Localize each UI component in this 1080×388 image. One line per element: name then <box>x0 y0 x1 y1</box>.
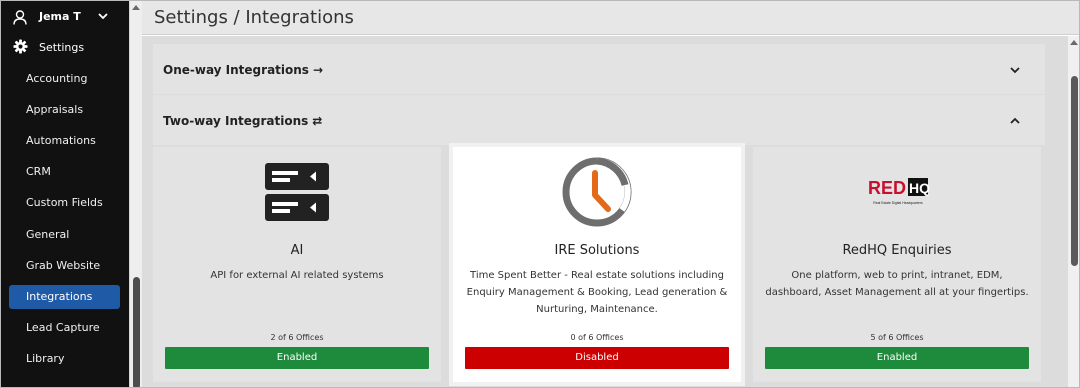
sidebar-scrollbar[interactable] <box>129 1 142 387</box>
gear-icon <box>13 39 28 54</box>
chevron-down-icon[interactable] <box>97 10 109 22</box>
sidebar: Jema T Settings Accounting Appraisals Au… <box>1 1 129 387</box>
settings-label: Settings <box>39 41 85 54</box>
user-name: Jema T <box>39 10 81 23</box>
sidebar-scrollbar-thumb[interactable] <box>133 277 140 387</box>
card-name: RedHQ Enquiries <box>842 243 952 258</box>
office-count: 2 of 6 Offices <box>270 333 324 342</box>
integration-card-ai[interactable]: AI API for external AI related systems 2… <box>153 147 441 382</box>
sidebar-item-lead-capture[interactable]: Lead Capture <box>9 316 120 340</box>
card-name: AI <box>290 243 304 258</box>
accordion-one-way[interactable]: One-way Integrations → <box>153 44 1045 94</box>
sidebar-item-general[interactable]: General <box>9 223 120 247</box>
main-scrollbar-thumb[interactable] <box>1071 76 1078 266</box>
settings-section[interactable]: Settings <box>1 33 129 61</box>
redhq-logo-tagline: Real Estate Digital Headquarters <box>873 201 923 205</box>
status-button[interactable]: Disabled <box>465 347 729 369</box>
office-count: 5 of 6 Offices <box>870 333 924 342</box>
sidebar-item-automations[interactable]: Automations <box>9 129 120 153</box>
page-title: Settings / Integrations <box>154 7 354 28</box>
redhq-logo: RED HQ Real Estate Digital Headquarters <box>753 159 1041 225</box>
page-header: Settings / Integrations <box>142 1 1079 35</box>
status-button[interactable]: Enabled <box>165 347 429 369</box>
two-way-title-text: Two-way Integrations <box>163 114 309 128</box>
office-count: 0 of 6 Offices <box>570 333 624 342</box>
sidebar-item-appraisals[interactable]: Appraisals <box>9 98 120 122</box>
clock-icon <box>453 157 741 227</box>
integration-card-ire-solutions[interactable]: IRE Solutions Time Spent Better - Real e… <box>453 147 741 382</box>
card-name: IRE Solutions <box>554 243 640 258</box>
sidebar-item-integrations[interactable]: Integrations <box>9 285 120 309</box>
sidebar-item-custom-fields[interactable]: Custom Fields <box>9 191 120 215</box>
sidebar-item-crm[interactable]: CRM <box>9 160 120 184</box>
chevron-up-icon[interactable] <box>1009 115 1021 127</box>
user-icon <box>13 10 27 25</box>
card-description: One platform, web to print, intranet, ED… <box>765 270 1029 298</box>
accordion-two-way[interactable]: Two-way Integrations ⇄ <box>153 95 1045 145</box>
scroll-up-arrow-icon[interactable] <box>132 5 140 10</box>
sidebar-item-library[interactable]: Library <box>9 347 120 371</box>
redhq-logo-hq: HQ <box>909 180 930 196</box>
status-button[interactable]: Enabled <box>765 347 1029 369</box>
app-window: Jema T Settings Accounting Appraisals Au… <box>0 0 1080 388</box>
arrows-two-way-icon: ⇄ <box>312 114 323 128</box>
one-way-title: One-way Integrations → <box>163 62 323 78</box>
main-content: One-way Integrations → Two-way Integratio… <box>142 36 1068 387</box>
card-description: Time Spent Better - Real estate solution… <box>466 270 728 315</box>
main-scrollbar[interactable] <box>1068 36 1079 387</box>
card-description: API for external AI related systems <box>210 270 384 281</box>
redhq-logo-red: RED <box>868 178 906 198</box>
server-icon <box>153 159 441 225</box>
scroll-up-arrow-icon[interactable] <box>1070 40 1078 45</box>
chevron-down-icon[interactable] <box>1009 64 1021 76</box>
sidebar-item-accounting[interactable]: Accounting <box>9 67 120 91</box>
sidebar-item-grab-website[interactable]: Grab Website <box>9 254 120 278</box>
arrow-right-icon: → <box>312 63 324 77</box>
one-way-title-text: One-way Integrations <box>163 63 309 77</box>
user-menu[interactable]: Jema T <box>1 1 129 33</box>
two-way-title: Two-way Integrations ⇄ <box>163 113 322 129</box>
integration-card-redhq-enquiries[interactable]: RED HQ Real Estate Digital Headquarters … <box>753 147 1041 382</box>
